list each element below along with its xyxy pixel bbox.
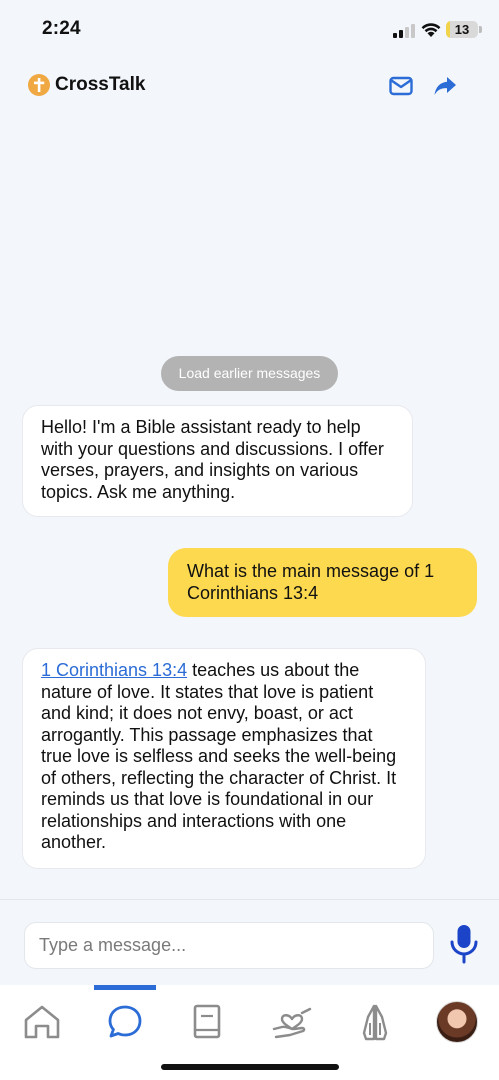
active-tab-indicator [94, 985, 156, 990]
home-icon[interactable] [18, 999, 66, 1043]
prayer-hands-heart-icon[interactable] [268, 999, 316, 1043]
home-indicator [161, 1064, 339, 1070]
cellular-signal-icon [393, 24, 415, 38]
verse-link[interactable]: 1 Corinthians 13:4 [41, 660, 187, 680]
chat-icon[interactable] [101, 999, 149, 1043]
battery-tip [479, 26, 482, 33]
microphone-icon[interactable] [446, 923, 482, 965]
mail-icon[interactable] [388, 73, 414, 99]
assistant-message: 1 Corinthians 13:4 teaches us about the … [22, 648, 426, 869]
status-bar: 2:24 13 [0, 0, 499, 60]
app-title: CrossTalk [55, 74, 146, 95]
wifi-icon [421, 23, 441, 37]
assistant-message: Hello! I'm a Bible assistant ready to he… [22, 405, 413, 517]
message-text: teaches us about the nature of love. It … [41, 660, 397, 852]
message-text: Hello! I'm a Bible assistant ready to he… [41, 417, 384, 502]
status-time: 2:24 [42, 18, 81, 39]
battery-level: 13 [454, 22, 470, 37]
load-earlier-button[interactable]: Load earlier messages [161, 356, 338, 391]
battery-indicator: 13 [446, 21, 478, 38]
app-header: CrossTalk [0, 65, 499, 107]
message-input[interactable] [24, 922, 434, 969]
cross-logo-icon [28, 74, 50, 96]
praying-hands-icon[interactable] [351, 999, 399, 1043]
profile-avatar[interactable] [436, 1001, 478, 1043]
message-text: What is the main message of 1 Corinthian… [187, 561, 435, 603]
share-icon[interactable] [432, 73, 458, 99]
bible-icon[interactable] [183, 999, 231, 1043]
user-message: What is the main message of 1 Corinthian… [168, 548, 477, 617]
